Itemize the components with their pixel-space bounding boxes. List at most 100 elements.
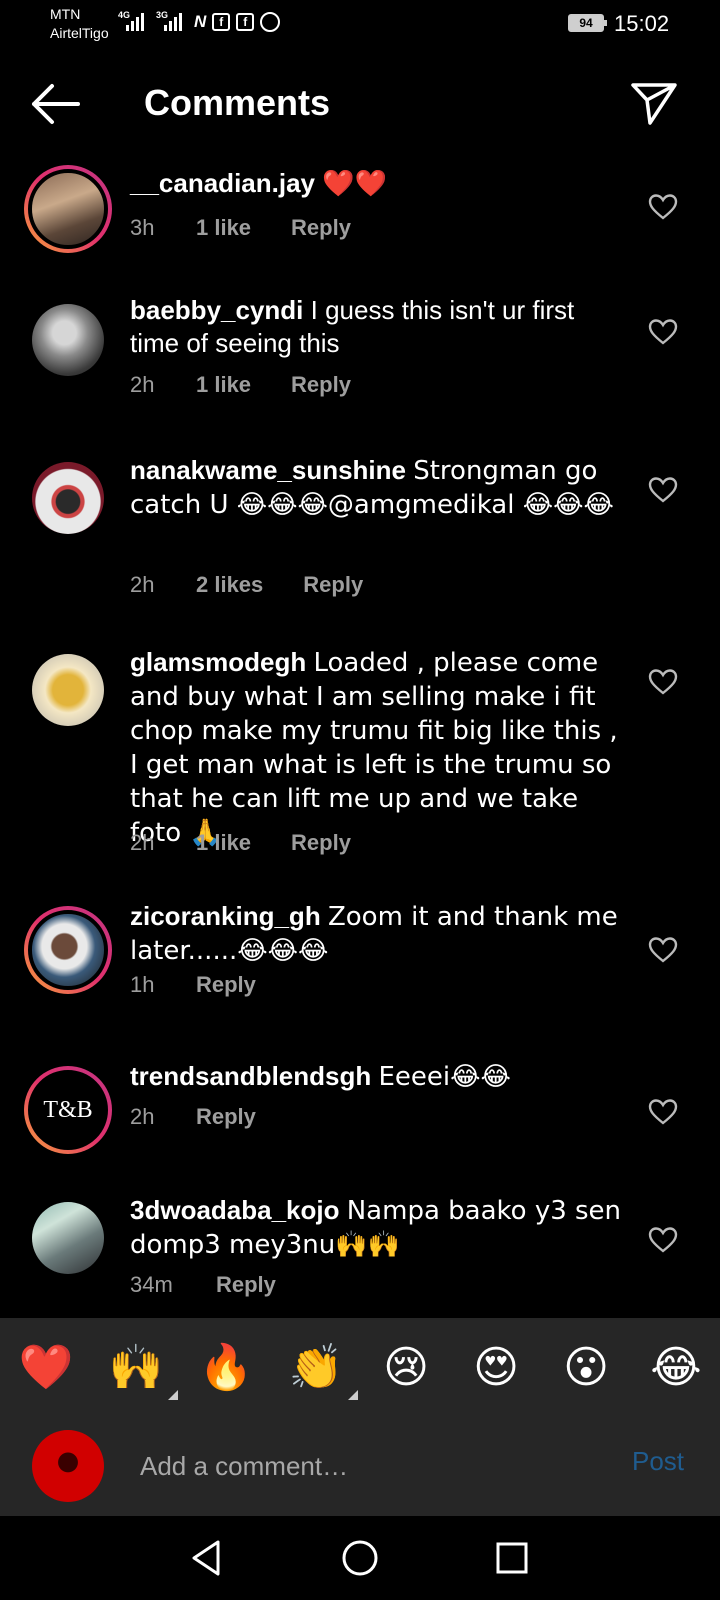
comment-username[interactable]: zicoranking_gh xyxy=(130,901,321,931)
share-button[interactable] xyxy=(630,80,678,126)
more-options-icon xyxy=(348,1390,358,1400)
comment-time: 2h xyxy=(130,830,155,855)
carrier-labels: MTN AirtelTigo xyxy=(50,6,109,42)
back-arrow-icon xyxy=(32,84,80,124)
avatar[interactable] xyxy=(24,906,112,994)
like-heart-icon[interactable] xyxy=(648,193,678,221)
page-title: Comments xyxy=(144,82,331,123)
reply-button[interactable]: Reply xyxy=(196,1104,256,1130)
comment-time: 2h xyxy=(130,572,155,597)
clock: 15:02 xyxy=(614,11,670,36)
reaction-surprised[interactable]: 😮 xyxy=(558,1340,614,1396)
status-bar: MTN AirtelTigo 4G 3G N f f 94 15:02 xyxy=(0,0,720,50)
comment-username[interactable]: 3dwoadaba_kojo xyxy=(130,1195,340,1225)
comment-time: 3h xyxy=(130,215,155,240)
comment-text-block: glamsmodegh Loaded , please come and buy… xyxy=(130,646,630,850)
battery-icon: 94 xyxy=(568,14,607,32)
comment-text-block: nanakwame_sunshine Strongman go catch U … xyxy=(130,454,630,522)
comment-meta: 2h 1 like Reply xyxy=(130,830,351,856)
back-button[interactable] xyxy=(30,82,82,126)
comment-meta: 1h Reply xyxy=(130,972,256,998)
reaction-raised-hands[interactable]: 🙌 xyxy=(108,1340,178,1400)
avatar[interactable] xyxy=(24,454,112,542)
like-heart-icon[interactable] xyxy=(648,936,678,964)
reply-button[interactable]: Reply xyxy=(216,1272,276,1298)
raised-hands-emoji: 🙌 xyxy=(108,1342,164,1393)
circle-home-icon xyxy=(342,1540,378,1576)
reaction-heart[interactable]: ❤️ xyxy=(18,1340,74,1396)
reaction-laughing[interactable]: 😂 xyxy=(648,1340,704,1396)
avatar[interactable]: T&B xyxy=(24,1066,112,1154)
reply-button[interactable]: Reply xyxy=(196,972,256,998)
status-icons: 4G 3G N f f xyxy=(118,10,281,32)
comment-meta: 34m Reply xyxy=(130,1272,276,1298)
comment-text-block: trendsandblendsgh Eeeei😂😂 xyxy=(130,1060,630,1094)
system-nav-bar xyxy=(0,1516,720,1600)
carrier-secondary: AirtelTigo xyxy=(50,25,109,41)
whatsapp-icon xyxy=(260,12,281,32)
post-button[interactable]: Post xyxy=(632,1446,684,1477)
signal-icon-2: 3G xyxy=(156,10,188,31)
comment-likes[interactable]: 1 like xyxy=(196,215,251,241)
comment-likes[interactable]: 1 like xyxy=(196,372,251,398)
reaction-heart-eyes[interactable]: 😍 xyxy=(468,1340,524,1396)
square-recents-icon xyxy=(496,1542,528,1574)
like-heart-icon[interactable] xyxy=(648,668,678,696)
facebook-icon-2: f xyxy=(236,13,255,31)
comment-username[interactable]: glamsmodegh xyxy=(130,647,306,677)
comment-meta: 2h Reply xyxy=(130,1104,256,1130)
paper-plane-icon xyxy=(631,83,677,125)
comment-username[interactable]: baebby_cyndi xyxy=(130,295,303,325)
like-heart-icon[interactable] xyxy=(648,1098,678,1126)
comment-text: ❤️❤️ xyxy=(322,169,387,199)
avatar[interactable] xyxy=(24,1194,112,1282)
header: Comments xyxy=(0,60,720,150)
comment-time: 34m xyxy=(130,1272,173,1297)
avatar[interactable] xyxy=(24,165,112,253)
like-heart-icon[interactable] xyxy=(648,318,678,346)
comment-username[interactable]: nanakwame_sunshine xyxy=(130,455,406,485)
avatar[interactable] xyxy=(24,296,112,384)
network-type-label: 4G xyxy=(118,10,131,20)
emoji-reaction-bar: ❤️ 🙌 🔥 👏 😢 😍 😮 😂 xyxy=(0,1318,720,1416)
reaction-fire[interactable]: 🔥 xyxy=(198,1340,254,1396)
comment-composer: Post xyxy=(0,1416,720,1516)
comment-text: Loaded , please come and buy what I am s… xyxy=(130,648,618,848)
clap-emoji: 👏 xyxy=(288,1342,344,1393)
carrier-primary: MTN xyxy=(50,6,81,22)
comment-input[interactable] xyxy=(140,1444,580,1488)
comment-text-block: 3dwoadaba_kojo Nampa baako y3 sen domp3 … xyxy=(130,1194,630,1262)
like-heart-icon[interactable] xyxy=(648,1226,678,1254)
more-options-icon xyxy=(168,1390,178,1400)
comment-text: Eeeei😂😂 xyxy=(378,1062,511,1092)
comment-likes[interactable]: 2 likes xyxy=(196,572,263,598)
comment-likes[interactable]: 1 like xyxy=(196,830,251,856)
comment-time: 1h xyxy=(130,972,155,997)
reaction-crying[interactable]: 😢 xyxy=(378,1340,434,1396)
facebook-icon: f xyxy=(212,13,231,31)
like-heart-icon[interactable] xyxy=(648,476,678,504)
reaction-clap[interactable]: 👏 xyxy=(288,1340,358,1400)
reply-button[interactable]: Reply xyxy=(303,572,363,598)
avatar-logo: T&B xyxy=(28,1070,108,1150)
comment-text-block: zicoranking_gh Zoom it and thank me late… xyxy=(130,900,630,968)
current-user-avatar xyxy=(32,1430,104,1502)
comment-username[interactable]: __canadian.jay xyxy=(130,168,315,198)
avatar[interactable] xyxy=(24,646,112,734)
comment-text-block: baebby_cyndi I guess this isn't ur first… xyxy=(130,294,630,360)
reply-button[interactable]: Reply xyxy=(291,830,351,856)
comment-username[interactable]: trendsandblendsgh xyxy=(130,1061,371,1091)
nav-home-button[interactable] xyxy=(340,1538,380,1578)
network-type-label-2: 3G xyxy=(156,10,169,20)
triangle-back-icon xyxy=(192,1540,220,1576)
reply-button[interactable]: Reply xyxy=(291,215,351,241)
nav-recents-button[interactable] xyxy=(492,1538,532,1578)
comment-text-block: __canadian.jay ❤️❤️ xyxy=(130,167,630,201)
nav-back-button[interactable] xyxy=(186,1538,226,1578)
comment-meta: 2h 2 likes Reply xyxy=(130,572,363,598)
comment-time: 2h xyxy=(130,372,155,397)
comment-meta: 3h 1 like Reply xyxy=(130,215,351,241)
reply-button[interactable]: Reply xyxy=(291,372,351,398)
nfc-icon: N xyxy=(194,12,207,31)
comment-time: 2h xyxy=(130,1104,155,1129)
